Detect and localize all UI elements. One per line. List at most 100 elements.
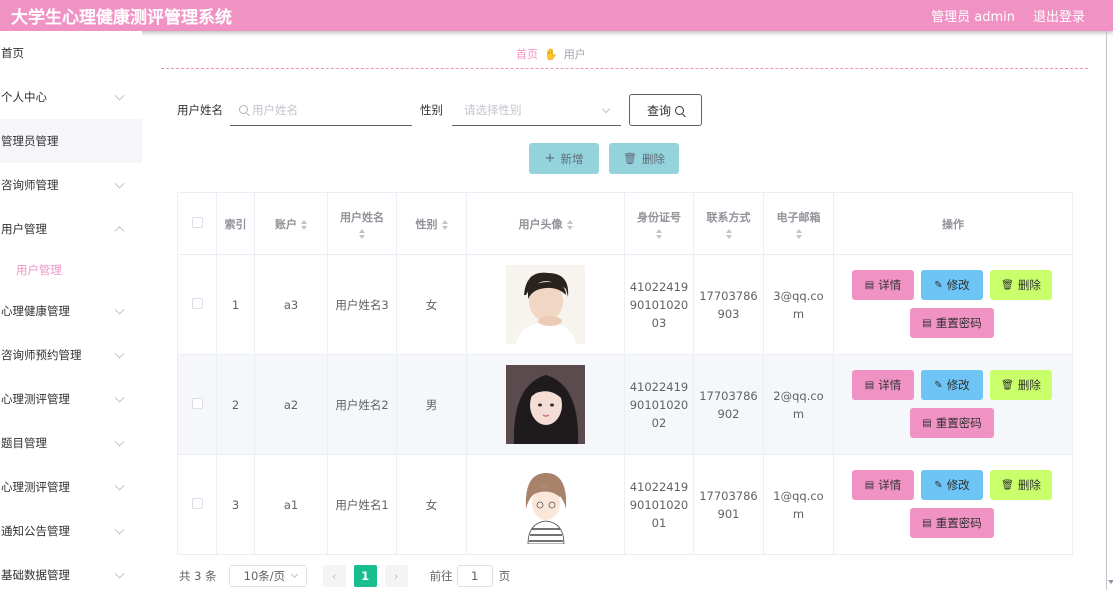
page-size-select[interactable]: 10条/页 [228, 565, 307, 587]
search-bar: 用户姓名 用户姓名 性别 请选择性别 查询 [177, 94, 717, 126]
trash-icon: 🗑 [1001, 379, 1014, 391]
chevron-left-icon: ‹ [331, 569, 337, 583]
phone-value: 17703786903 [699, 288, 758, 321]
table-row: 2 a2 用户姓名2 男 410224199010102002 17703786… [177, 354, 1073, 455]
phone-value: 17703786901 [699, 488, 758, 521]
add-button-label: 新增 [560, 151, 584, 166]
scroll-down-arrow-icon[interactable] [1108, 580, 1113, 584]
header-email[interactable]: 电子邮箱 [763, 192, 834, 255]
detail-button[interactable]: ▤ 详情 [852, 270, 914, 300]
chevron-up-icon [114, 226, 125, 237]
trash-icon: 🗑 [1001, 279, 1014, 291]
cell-index: 3 [216, 454, 255, 555]
sidebar-item-appointment-management[interactable]: 咨询师预约管理 [0, 333, 142, 377]
sort-icon[interactable] [566, 219, 573, 230]
row-select-cell[interactable] [177, 354, 217, 455]
search-icon [239, 105, 248, 114]
next-page-button[interactable]: › [384, 565, 408, 587]
cell-phone: 17703786901 [693, 454, 764, 555]
app-title: 大学生心理健康测评管理系统 [11, 8, 232, 28]
row-select-cell[interactable] [177, 254, 217, 355]
cell-avatar [466, 354, 625, 455]
sidebar-item-assessment-management[interactable]: 心理测评管理 [0, 377, 142, 421]
edit-button[interactable]: ✎ 修改 [921, 370, 983, 400]
delete-button[interactable]: 🗑 删除 [990, 370, 1052, 400]
delete-button[interactable]: 🗑 删除 [990, 270, 1052, 300]
sort-icon[interactable] [656, 228, 662, 239]
sort-icon[interactable] [725, 228, 732, 239]
sidebar-item-base-data-management[interactable]: 基础数据管理 [0, 553, 142, 597]
scrollbar-track[interactable] [1106, 31, 1107, 590]
goto-page-input[interactable]: 1 [456, 565, 493, 587]
sidebar-item-notice-management[interactable]: 通知公告管理 [0, 509, 142, 553]
prev-page-button[interactable]: ‹ [322, 565, 346, 587]
batch-delete-button[interactable]: 🗑 删除 [609, 143, 679, 174]
breadcrumb-home[interactable]: 首页 [516, 46, 538, 62]
page-number-current[interactable]: 1 [353, 565, 377, 587]
row-checkbox[interactable] [191, 397, 203, 409]
chevron-down-icon [114, 392, 125, 403]
sidebar-item-home[interactable]: 首页 [0, 31, 142, 75]
chevron-down-icon [114, 348, 125, 359]
header-gender[interactable]: 性别 [396, 192, 467, 255]
sidebar-item-counselor-management[interactable]: 咨询师管理 [0, 163, 142, 207]
cell-gender: 男 [396, 354, 467, 455]
hand-icon: ✋ [544, 47, 558, 61]
select-all-checkbox[interactable] [191, 216, 203, 228]
header-ops: 操作 [833, 192, 1073, 255]
sidebar-item-admin-management[interactable]: 管理员管理 [0, 119, 142, 163]
row-select-cell[interactable] [177, 454, 217, 555]
sidebar-item-assessment-management-2[interactable]: 心理测评管理 [0, 465, 142, 509]
breadcrumb-current: 用户 [563, 48, 586, 61]
page-size-value: 10条/页 [243, 569, 286, 583]
goto-suffix: 页 [498, 569, 511, 583]
sidebar-item-user-management[interactable]: 用户管理 [0, 207, 142, 251]
edit-button[interactable]: ✎ 修改 [921, 470, 983, 500]
sidebar-item-label: 咨询师管理 [1, 178, 59, 192]
sidebar-item-question-management[interactable]: 题目管理 [0, 421, 142, 465]
user-table: 索引 账户 用户姓名 性别 用户头像 身份证号 联系方式 电子邮箱 操作 1 a… [177, 192, 1073, 555]
sidebar-item-label: 个人中心 [1, 90, 47, 104]
header-select-all[interactable] [177, 192, 217, 255]
cell-index: 1 [216, 254, 255, 355]
reset-password-button[interactable]: ▤ 重置密码 [910, 408, 994, 438]
delete-button[interactable]: 🗑 删除 [990, 470, 1052, 500]
sort-icon[interactable] [795, 228, 802, 239]
reset-password-button[interactable]: ▤ 重置密码 [910, 308, 994, 338]
table-row: 1 a3 用户姓名3 女 410224199010102003 17703786… [177, 254, 1073, 355]
email-value: 3@qq.com [773, 288, 824, 321]
header-user-area: 管理员 admin 退出登录 [931, 6, 1113, 25]
sort-icon[interactable] [301, 219, 307, 230]
detail-button[interactable]: ▤ 详情 [852, 370, 914, 400]
header-name[interactable]: 用户姓名 [327, 192, 397, 255]
sidebar-item-label: 通知公告管理 [1, 524, 70, 538]
delete-button-label: 删除 [1017, 478, 1041, 492]
add-button[interactable]: + 新增 [529, 143, 599, 174]
document-icon: ▤ [864, 479, 875, 491]
gender-select[interactable]: 请选择性别 [452, 94, 621, 126]
detail-button[interactable]: ▤ 详情 [852, 470, 914, 500]
name-search-placeholder: 用户姓名 [252, 102, 298, 117]
chevron-right-icon: › [393, 569, 399, 583]
header-id-card[interactable]: 身份证号 [624, 192, 694, 255]
reset-password-button[interactable]: ▤ 重置密码 [910, 508, 994, 538]
query-button[interactable]: 查询 [629, 94, 702, 126]
submenu-item-user-management[interactable]: 用户管理 [0, 251, 142, 289]
row-checkbox[interactable] [191, 297, 203, 309]
logout-link[interactable]: 退出登录 [1033, 6, 1085, 25]
header-account[interactable]: 账户 [254, 192, 328, 255]
header-avatar[interactable]: 用户头像 [466, 192, 625, 255]
row-checkbox[interactable] [191, 497, 203, 509]
sidebar-item-label: 首页 [1, 46, 24, 60]
sort-icon[interactable] [441, 219, 448, 230]
top-header-bar: 大学生心理健康测评管理系统 管理员 admin 退出登录 [0, 0, 1113, 31]
gender-select-placeholder: 请选择性别 [464, 102, 522, 117]
sort-icon[interactable] [359, 228, 365, 239]
sidebar-item-personal-center[interactable]: 个人中心 [0, 75, 142, 119]
sidebar-item-mental-health-management[interactable]: 心理健康管理 [0, 289, 142, 333]
name-search-input[interactable]: 用户姓名 [230, 94, 412, 126]
edit-button[interactable]: ✎ 修改 [921, 270, 983, 300]
header-phone[interactable]: 联系方式 [693, 192, 764, 255]
cell-avatar [466, 254, 625, 355]
sidebar-menu: 首页 个人中心 管理员管理 咨询师管理 用户管理 用户管理 心理健康管理 咨询师… [0, 31, 142, 590]
